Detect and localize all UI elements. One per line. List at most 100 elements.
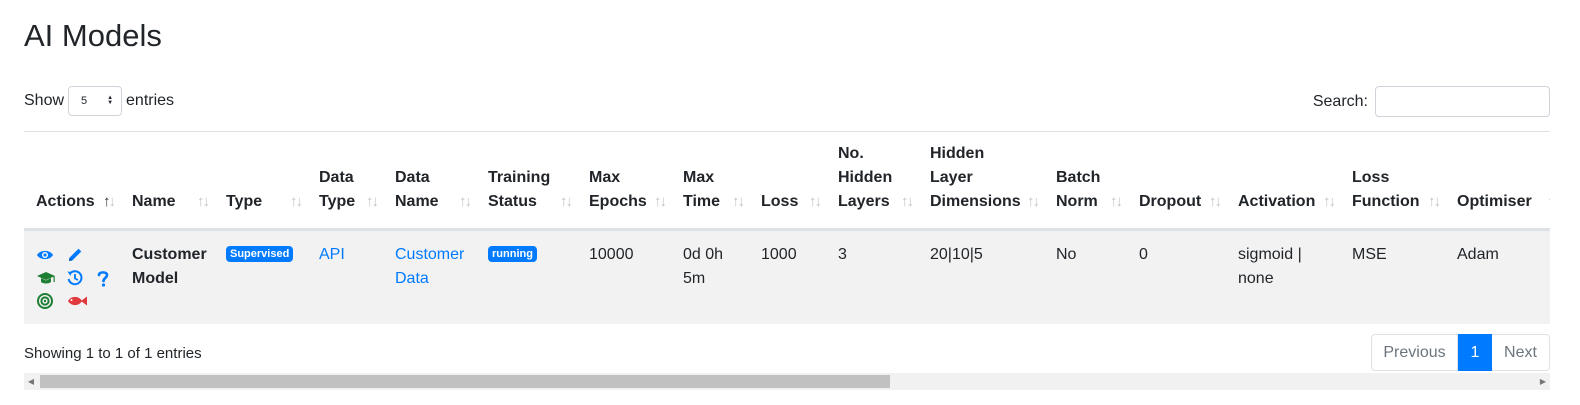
page-title: AI Models [24, 18, 162, 53]
loss-function-cell: MSE [1340, 229, 1445, 324]
header-line [1238, 166, 1318, 190]
previous-button[interactable]: Previous [1371, 334, 1458, 371]
sort-icon[interactable]: ↑↓ [901, 190, 914, 214]
header-line: Status [488, 193, 537, 210]
next-button[interactable]: Next [1492, 334, 1550, 371]
eye-icon[interactable] [36, 243, 66, 266]
sort-icon[interactable]: ↑↓ [1428, 190, 1441, 214]
column-header[interactable]: Data Type ↑↓ [307, 132, 383, 231]
models-table-wrapper: Actions ↑↓ Name ↑↓ Type ↑↓ Data Type ↑↓ Data N… [24, 131, 1550, 326]
history-icon[interactable] [66, 266, 96, 289]
table-row: Customer Model Supervised API Customer D… [24, 229, 1550, 324]
page-length-select[interactable]: 5 ▲ ▼ [68, 86, 123, 116]
sort-icon[interactable]: ↑↓ [459, 190, 472, 214]
sort-icon[interactable]: ↑↓ [197, 190, 210, 214]
sort-icon[interactable]: ↑↓ [560, 190, 573, 214]
edit-icon[interactable] [66, 243, 96, 266]
sort-icon[interactable]: ↑↓ [290, 190, 303, 214]
header-line [1056, 142, 1105, 166]
sort-icon[interactable]: ↑↓ [809, 190, 822, 214]
sort-icon[interactable]: ↑↓ [366, 190, 379, 214]
sort-down-icon: ↓ [202, 193, 210, 210]
activation-cell: sigmoid | none [1226, 229, 1340, 324]
column-header[interactable]: Training Status ↑↓ [476, 132, 577, 231]
column-header[interactable]: Type ↑↓ [214, 132, 307, 231]
sort-icon[interactable]: ↑↓ [1323, 190, 1336, 214]
data-type-link[interactable]: API [319, 246, 345, 263]
column-header-label: Optimiser [1445, 142, 1550, 214]
fish-icon[interactable] [66, 289, 96, 312]
column-header[interactable]: Max Time ↑↓ [671, 132, 749, 231]
column-header[interactable]: Hidden Layer Dimensions ↑↓ [918, 132, 1044, 231]
optimiser-cell: Adam [1445, 229, 1550, 324]
target-icon[interactable] [36, 289, 66, 312]
actions-cell [24, 229, 120, 324]
sort-down-icon: ↓ [1032, 193, 1040, 210]
column-header[interactable]: Loss Function ↑↓ [1340, 132, 1445, 231]
sort-down-icon: ↓ [464, 193, 472, 210]
column-header[interactable]: Dropout ↑↓ [1127, 132, 1226, 231]
show-label: Show [24, 92, 65, 109]
header-line: Layer [930, 169, 973, 186]
sort-up-icon: ↑ [1547, 193, 1550, 210]
scrollbar-thumb[interactable] [40, 375, 890, 388]
header-line [36, 142, 98, 166]
header-line: Loss [1352, 169, 1390, 186]
header-line [395, 142, 454, 166]
help-icon[interactable] [96, 266, 126, 289]
header-line: Data [319, 169, 354, 186]
header-line [683, 142, 727, 166]
header-line [132, 142, 192, 166]
scroll-left-icon[interactable]: ◀ [24, 373, 38, 390]
page-1-button[interactable]: 1 [1458, 334, 1492, 371]
data-name-link[interactable]: Customer Data [395, 246, 464, 287]
loss-cell: 1000 [749, 229, 826, 324]
sort-icon[interactable]: ↑↓ [1547, 190, 1550, 214]
search-input[interactable] [1375, 86, 1550, 117]
sort-icon[interactable]: ↑↓ [1209, 190, 1222, 214]
table-info: Showing 1 to 1 of 1 entries [24, 345, 202, 362]
header-line [1352, 142, 1423, 166]
hidden-layers-cell: 3 [826, 229, 918, 324]
sort-down-icon: ↓ [659, 193, 667, 210]
sort-down-icon: ↓ [1433, 193, 1441, 210]
model-name-cell: Customer Model [120, 229, 214, 324]
header-line [226, 142, 285, 166]
header-line: Actions [36, 193, 95, 210]
header-line: Max [589, 169, 621, 186]
header-line: Hidden [930, 145, 985, 162]
column-header[interactable]: Optimiser ↑↓ [1445, 132, 1550, 231]
header-line: Epochs [589, 193, 647, 210]
column-header[interactable]: Loss ↑↓ [749, 132, 826, 231]
header-line: Name [395, 193, 439, 210]
horizontal-scrollbar[interactable]: ◀ ▶ [24, 373, 1550, 390]
header-line [319, 142, 361, 166]
scroll-right-icon[interactable]: ▶ [1536, 373, 1550, 390]
column-header[interactable]: Activation ↑↓ [1226, 132, 1340, 231]
header-line: Hidden [838, 169, 893, 186]
batch-norm-cell: No [1044, 229, 1127, 324]
header-line [1139, 142, 1204, 166]
search-control: Search: [1313, 86, 1550, 117]
sort-down-icon: ↓ [371, 193, 379, 210]
data-name-cell: Customer Data [383, 229, 476, 324]
column-header[interactable]: Max Epochs ↑↓ [577, 132, 671, 231]
header-line: Training [488, 169, 551, 186]
column-header[interactable]: Batch Norm ↑↓ [1044, 132, 1127, 231]
header-line: Type [226, 193, 263, 210]
column-header[interactable]: Name ↑↓ [120, 132, 214, 231]
train-icon[interactable] [36, 266, 66, 289]
max-time-cell: 0d 0h 5m [671, 229, 749, 324]
header-line: Activation [1238, 193, 1316, 210]
column-header[interactable]: No. Hidden Layers ↑↓ [826, 132, 918, 231]
column-header[interactable]: Actions ↑↓ [24, 132, 120, 231]
header-line: Layers [838, 193, 890, 210]
sort-icon[interactable]: ↑↓ [103, 190, 116, 214]
type-badge: Supervised [226, 246, 294, 262]
sort-icon[interactable]: ↑↓ [654, 190, 667, 214]
sort-icon[interactable]: ↑↓ [1110, 190, 1123, 214]
sort-icon[interactable]: ↑↓ [1027, 190, 1040, 214]
sort-icon[interactable]: ↑↓ [732, 190, 745, 214]
column-header[interactable]: Data Name ↑↓ [383, 132, 476, 231]
sort-down-icon: ↓ [737, 193, 745, 210]
